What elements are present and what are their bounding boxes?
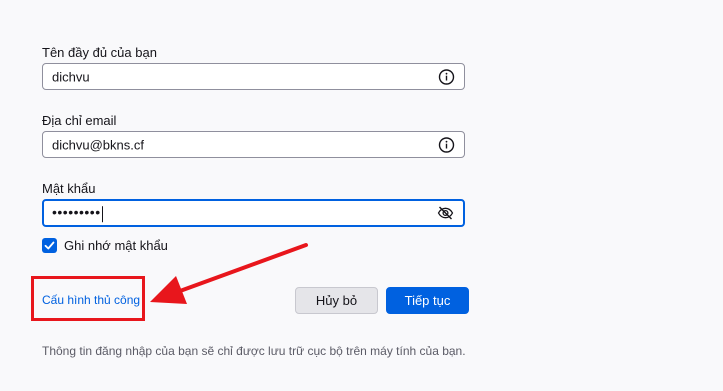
info-icon[interactable] xyxy=(438,68,455,85)
password-value: ••••••••• xyxy=(52,204,101,221)
email-field[interactable]: dichvu@bkns.cf xyxy=(42,131,465,158)
name-value: dichvu xyxy=(52,69,90,84)
name-label: Tên đầy đủ của bạn xyxy=(42,45,157,60)
account-setup-form: Tên đầy đủ của bạn dichvu Địa chỉ email … xyxy=(0,0,723,391)
annotation-arrow xyxy=(150,243,308,304)
privacy-note: Thông tin đăng nhập của bạn sẽ chỉ được … xyxy=(42,344,466,358)
continue-button[interactable]: Tiếp tục xyxy=(386,287,469,314)
checkmark-icon xyxy=(44,241,55,249)
password-field[interactable]: ••••••••• xyxy=(42,199,465,227)
email-label: Địa chỉ email xyxy=(42,113,117,128)
annotation-highlight-box xyxy=(31,276,145,321)
name-field[interactable]: dichvu xyxy=(42,63,465,90)
eye-slash-icon[interactable] xyxy=(437,205,454,222)
cancel-button[interactable]: Hủy bỏ xyxy=(295,287,378,314)
password-label: Mật khẩu xyxy=(42,181,96,196)
text-caret xyxy=(101,205,103,222)
remember-checkbox[interactable] xyxy=(42,237,57,253)
email-value: dichvu@bkns.cf xyxy=(52,137,144,152)
info-icon[interactable] xyxy=(438,136,455,153)
